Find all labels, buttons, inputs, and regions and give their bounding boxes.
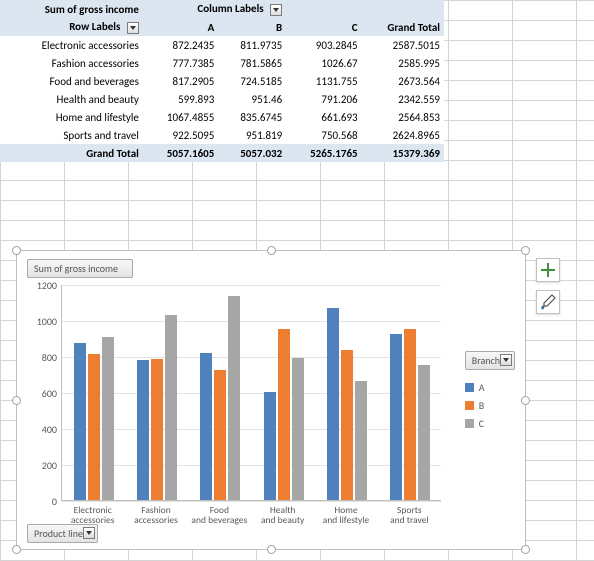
- legend-label: C: [479, 417, 484, 430]
- legend-item: A: [465, 381, 515, 394]
- chart-gridline: [62, 357, 441, 358]
- chart-gridline: [62, 501, 441, 502]
- chart-legend: Branch A B C: [465, 351, 515, 435]
- chart-bar: [102, 337, 114, 500]
- pivot-table: Sum of gross income Column Labels Row La…: [0, 0, 444, 162]
- table-row: Sports and travel922.5095951.819750.5682…: [0, 126, 444, 144]
- chart-bar: [390, 334, 402, 500]
- resize-handle[interactable]: [521, 545, 530, 554]
- chart-xtick: Healthand beauty: [251, 505, 314, 526]
- resize-handle[interactable]: [267, 246, 276, 255]
- pivot-row-field[interactable]: Row Labels: [0, 18, 143, 36]
- pivot-value-field: Sum of gross income: [0, 0, 143, 18]
- chart-bar: [88, 354, 100, 500]
- chart-bar: [151, 359, 163, 500]
- legend-label: B: [479, 399, 484, 412]
- chart-bar: [137, 360, 149, 500]
- pivot-grand-total-row: Grand Total 5057.1605 5057.032 5265.1765…: [0, 144, 444, 162]
- chart-xtick: Foodand beverages: [188, 505, 251, 526]
- chart-xtick: Homeand lifestyle: [314, 505, 377, 526]
- chart-bar: [327, 308, 339, 500]
- chart-bar: [228, 296, 240, 500]
- resize-handle[interactable]: [12, 545, 21, 554]
- chart-bar: [214, 370, 226, 500]
- chart-ytick: 800: [23, 351, 57, 364]
- pivot-column-field[interactable]: Column Labels: [143, 0, 286, 18]
- chart-gridline: [62, 465, 441, 466]
- chart-gridline: [62, 429, 441, 430]
- pivot-col-C: C: [286, 18, 361, 36]
- chart-bar: [165, 315, 177, 500]
- resize-handle[interactable]: [521, 246, 530, 255]
- brush-icon: [540, 294, 556, 310]
- pivot-value-field-label: Sum of gross income: [45, 3, 139, 16]
- table-row: Electronic accessories872.2435811.973590…: [0, 36, 444, 54]
- row-label: Food and beverages: [0, 72, 143, 90]
- pivot-header-row-1: Sum of gross income Column Labels: [0, 0, 444, 18]
- resize-handle[interactable]: [267, 545, 276, 554]
- chart-ytick: 200: [23, 459, 57, 472]
- pivot-chart[interactable]: Sum of gross income Branch A B C Product…: [16, 250, 526, 550]
- chart-ytick: 0: [23, 495, 57, 508]
- chart-legend-field-chip[interactable]: Branch: [465, 351, 515, 370]
- chart-elements-button[interactable]: [536, 258, 560, 282]
- chart-styles-button[interactable]: [536, 290, 560, 314]
- chart-value-field-text: Sum of gross income: [34, 262, 118, 275]
- legend-label: A: [479, 381, 485, 394]
- chart-ytick: 600: [23, 387, 57, 400]
- table-row: Food and beverages817.2905724.51851131.7…: [0, 72, 444, 90]
- dropdown-icon[interactable]: [270, 4, 282, 16]
- chart-ytick: 1200: [23, 279, 57, 292]
- chart-bar: [341, 350, 353, 500]
- table-row: Fashion accessories777.7385781.58651026.…: [0, 54, 444, 72]
- row-label: Sports and travel: [0, 126, 143, 144]
- pivot-grand-total-col: Grand Total: [362, 18, 444, 36]
- table-row: Health and beauty599.893951.46791.206234…: [0, 90, 444, 108]
- chart-bar: [278, 329, 290, 500]
- chart-bar: [355, 381, 367, 500]
- dropdown-icon[interactable]: [127, 22, 139, 34]
- row-label: Home and lifestyle: [0, 108, 143, 126]
- chart-bar: [404, 329, 416, 500]
- resize-handle[interactable]: [521, 396, 530, 405]
- dropdown-icon[interactable]: [83, 527, 95, 539]
- chart-legend-field-text: Branch: [472, 354, 500, 367]
- chart-axis-field-chip[interactable]: Product line: [27, 524, 98, 543]
- table-row: Home and lifestyle1067.4855835.6745661.6…: [0, 108, 444, 126]
- chart-ytick: 400: [23, 423, 57, 436]
- legend-swatch: [465, 383, 474, 392]
- row-label: Electronic accessories: [0, 36, 143, 54]
- pivot-column-field-label: Column Labels: [197, 2, 263, 15]
- resize-handle[interactable]: [12, 396, 21, 405]
- chart-xtick: Electronicaccessories: [61, 505, 124, 526]
- chart-plot-area: [61, 285, 441, 501]
- dropdown-icon[interactable]: [500, 354, 512, 366]
- pivot-col-A: A: [143, 18, 218, 36]
- plus-icon: [547, 263, 549, 277]
- row-label: Fashion accessories: [0, 54, 143, 72]
- row-label: Health and beauty: [0, 90, 143, 108]
- chart-gridline: [62, 321, 441, 322]
- pivot-row-field-label: Row Labels: [69, 20, 120, 33]
- chart-ytick: 1000: [23, 315, 57, 328]
- grand-total-label: Grand Total: [0, 144, 143, 162]
- legend-item: C: [465, 417, 515, 430]
- chart-gridline: [62, 285, 441, 286]
- chart-bar: [200, 353, 212, 500]
- legend-swatch: [465, 401, 474, 410]
- chart-value-field-chip[interactable]: Sum of gross income: [27, 259, 133, 278]
- chart-gridline: [62, 393, 441, 394]
- chart-xtick: Sportsand travel: [378, 505, 441, 526]
- chart-bar: [418, 365, 430, 500]
- pivot-header-row-2: Row Labels A B C Grand Total: [0, 18, 444, 36]
- chart-axis-field-text: Product line: [34, 527, 83, 540]
- legend-swatch: [465, 419, 474, 428]
- chart-bar: [264, 392, 276, 500]
- chart-bar: [292, 358, 304, 500]
- chart-xtick: Fashionaccessories: [124, 505, 187, 526]
- resize-handle[interactable]: [12, 246, 21, 255]
- legend-item: B: [465, 399, 515, 412]
- chart-bar: [74, 343, 86, 500]
- pivot-col-B: B: [218, 18, 286, 36]
